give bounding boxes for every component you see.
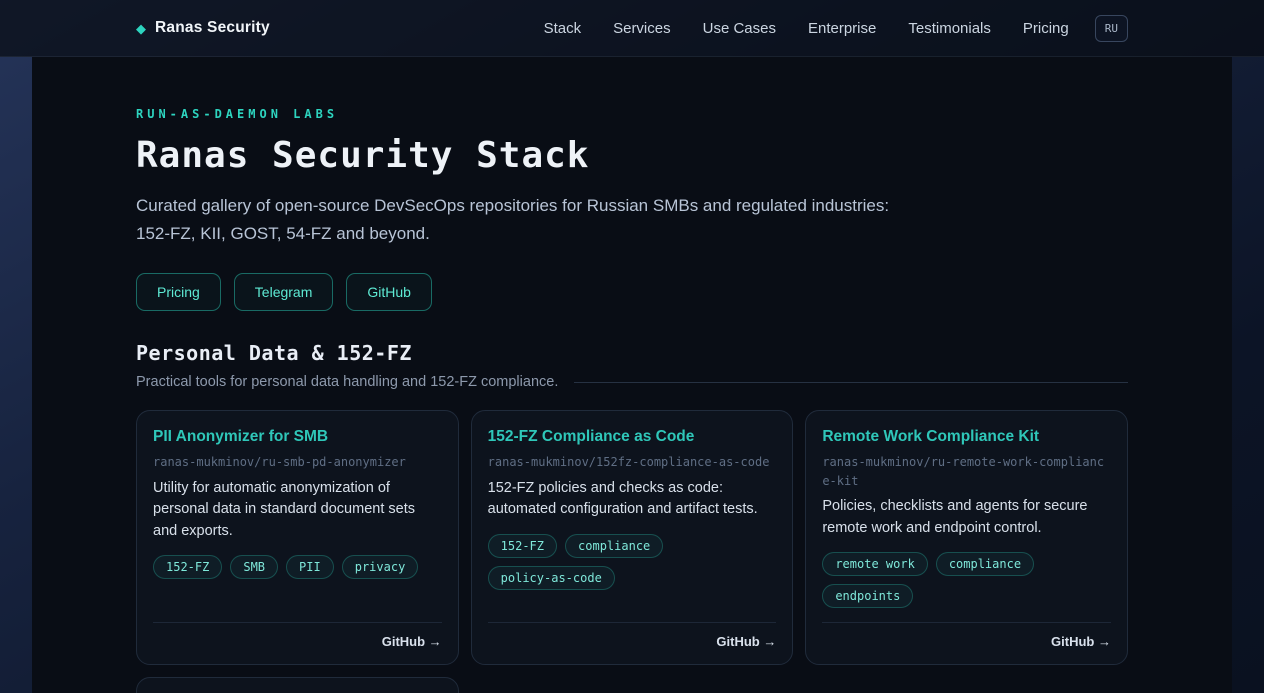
navbar: ◆ Ranas Security Stack Services Use Cases E…	[0, 0, 1264, 57]
repo-card: Remote Work Compliance Kit ranas-mukmino…	[805, 410, 1128, 665]
brand[interactable]: ◆ Ranas Security	[136, 19, 270, 37]
section-personal-data: Personal Data & 152-FZ Practical tools f…	[136, 341, 1128, 693]
card-description: 152-FZ policies and checks as code: auto…	[488, 478, 777, 521]
tag-badge: compliance	[936, 552, 1034, 576]
card-repo: ranas-mukminov/ru-remote-work-compliance…	[822, 453, 1111, 490]
hero-section: RUN-AS-DAEMON LABS Ranas Security Stack …	[136, 107, 1128, 311]
card-title: Remote Work Compliance Kit	[822, 428, 1111, 446]
card-footer: GitHub →	[153, 622, 442, 651]
card-github-link[interactable]: GitHub →	[382, 634, 442, 649]
repo-card: IT Safety Kit for Education ranas-mukmin…	[136, 677, 459, 693]
language-toggle-button[interactable]: RU	[1095, 15, 1128, 42]
nav-link-use-cases[interactable]: Use Cases	[703, 20, 776, 37]
tag-badge: policy-as-code	[488, 566, 615, 590]
card-tags: 152-FZ SMB PII privacy	[153, 555, 442, 579]
github-button[interactable]: GitHub	[346, 273, 432, 311]
telegram-button[interactable]: Telegram	[234, 273, 334, 311]
cards-grid: PII Anonymizer for SMB ranas-mukminov/ru…	[136, 410, 1128, 693]
nav-link-services[interactable]: Services	[613, 20, 671, 37]
card-repo: ranas-mukminov/152fz-compliance-as-code	[488, 453, 777, 472]
section-title: Personal Data & 152-FZ	[136, 341, 1128, 365]
repo-card: 152-FZ Compliance as Code ranas-mukminov…	[471, 410, 794, 665]
tag-badge: remote work	[822, 552, 927, 576]
section-divider	[574, 382, 1128, 383]
repo-card: PII Anonymizer for SMB ranas-mukminov/ru…	[136, 410, 459, 665]
card-description: Policies, checklists and agents for secu…	[822, 496, 1111, 539]
card-tags: remote work compliance endpoints	[822, 552, 1111, 608]
tag-badge: privacy	[342, 555, 419, 579]
nav-link-testimonials[interactable]: Testimonials	[908, 20, 991, 37]
card-footer-spacer	[822, 608, 1111, 622]
card-footer-spacer	[153, 579, 442, 593]
brand-name: Ranas Security	[155, 19, 270, 37]
tag-badge: 152-FZ	[153, 555, 222, 579]
card-tags: 152-FZ compliance policy-as-code	[488, 534, 777, 590]
pricing-button[interactable]: Pricing	[136, 273, 221, 311]
card-description: Utility for automatic anonymization of p…	[153, 478, 442, 542]
tag-badge: 152-FZ	[488, 534, 557, 558]
tag-badge: PII	[286, 555, 334, 579]
section-subtitle: Practical tools for personal data handli…	[136, 374, 558, 390]
card-github-link[interactable]: GitHub →	[716, 634, 776, 649]
card-footer-spacer	[488, 590, 777, 604]
card-title: PII Anonymizer for SMB	[153, 428, 442, 446]
tag-badge: SMB	[230, 555, 278, 579]
card-repo: ranas-mukminov/ru-smb-pd-anonymizer	[153, 453, 442, 472]
nav-link-stack[interactable]: Stack	[544, 20, 582, 37]
tag-badge: endpoints	[822, 584, 913, 608]
brand-gem-icon: ◆	[136, 22, 146, 35]
nav-links: Stack Services Use Cases Enterprise Testimon…	[544, 20, 1069, 37]
section-subrow: Practical tools for personal data handli…	[136, 374, 1128, 390]
tag-badge: compliance	[565, 534, 663, 558]
hero-subtitle: Curated gallery of open-source DevSecOps…	[136, 192, 916, 247]
card-title: 152-FZ Compliance as Code	[488, 428, 777, 446]
nav-link-pricing[interactable]: Pricing	[1023, 20, 1069, 37]
card-footer: GitHub →	[822, 622, 1111, 651]
card-footer: GitHub →	[488, 622, 777, 651]
hero-eyebrow: RUN-AS-DAEMON LABS	[136, 107, 1128, 121]
card-github-link[interactable]: GitHub →	[1051, 634, 1111, 649]
hero-buttons: Pricing Telegram GitHub	[136, 273, 1128, 311]
nav-link-enterprise[interactable]: Enterprise	[808, 20, 876, 37]
main-surface: RUN-AS-DAEMON LABS Ranas Security Stack …	[32, 57, 1232, 693]
page-title: Ranas Security Stack	[136, 135, 1128, 176]
